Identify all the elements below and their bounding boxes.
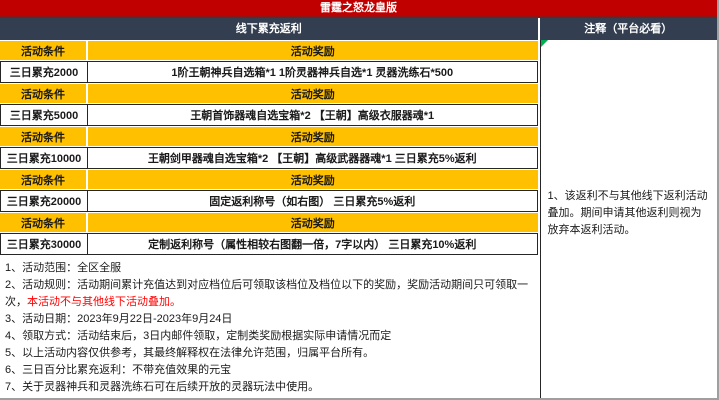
note-item-7: 7、关于灵器神兵和灵器洗练石可在后续开放的灵器玩法中使用。 [5, 381, 320, 393]
note-item-4: 4、领取方式：活动结束后，3日内邮件领取，定制类奖励根据实际申请情况而定 [5, 330, 392, 342]
condition-cell: 三日累充2000 [0, 61, 88, 83]
note-item-5: 5、以上活动内容仅供参考，其最终解释权在法律允许范围，归属平台所有。 [5, 347, 375, 359]
table-row: 三日累充30000 定制返利称号（属性相较右图翻一倍，7字以内） 三日累充10%… [0, 233, 538, 255]
annotation-panel-body: 1、该返利不与其他线下返利活动叠加。期间申请其他返利则视为放弃本返利活动。 [539, 40, 717, 398]
recharge-rebate-table: 线下累充返利 活动条件 活动奖励 三日累充2000 1阶王朝神兵自选箱*1 1阶… [0, 18, 538, 398]
column-header-condition: 活动条件 [0, 213, 88, 232]
note-item-2: 2、活动规则：活动期间累计充值达到对应档位后可领取该档位及档位以下的奖励，奖励活… [5, 277, 530, 311]
page-title: 雷霆之怒龙皇版 [0, 0, 717, 18]
reward-cell: 定制返利称号（属性相较右图翻一倍，7字以内） 三日累充10%返利 [88, 233, 538, 255]
column-header-row: 活动条件 活动奖励 [0, 126, 538, 147]
column-header-row: 活动条件 活动奖励 [0, 212, 538, 233]
condition-cell: 三日累充10000 [0, 147, 88, 169]
note-item-6: 6、三日百分比累充返利：不带充值效果的元宝 [5, 364, 232, 376]
note-item-1: 1、活动范围：全区全服 [5, 262, 122, 274]
left-table-header: 线下累充返利 [0, 18, 538, 40]
column-header-condition: 活动条件 [0, 84, 88, 103]
annotation-panel: 注释（平台必看） 1、该返利不与其他线下返利活动叠加。期间申请其他返利则视为放弃… [537, 18, 717, 398]
reward-cell: 固定返利称号（如右图） 三日累充5%返利 [88, 190, 538, 212]
notes-section: 1、活动范围：全区全服 2、活动规则：活动期间累计充值达到对应档位后可领取该档位… [0, 255, 538, 398]
column-header-condition: 活动条件 [0, 170, 88, 189]
annotation-note: 1、该返利不与其他线下返利活动叠加。期间申请其他返利则视为放弃本返利活动。 [547, 190, 708, 236]
reward-cell: 王朝首饰器魂自选宝箱*2 【王朝】高级衣服器魂*1 [88, 104, 538, 126]
table-row: 三日累充20000 固定返利称号（如右图） 三日累充5%返利 [0, 190, 538, 212]
sheet-content: 线下累充返利 活动条件 活动奖励 三日累充2000 1阶王朝神兵自选箱*1 1阶… [0, 18, 717, 398]
cell-comment-marker-icon [540, 40, 548, 47]
annotation-panel-header: 注释（平台必看） [539, 18, 717, 40]
table-row: 三日累充5000 王朝首饰器魂自选宝箱*2 【王朝】高级衣服器魂*1 [0, 104, 538, 126]
column-header-row: 活动条件 活动奖励 [0, 40, 538, 61]
reward-cell: 王朝剑甲器魂自选宝箱*2 【王朝】高级武器器魂*1 三日累充5%返利 [88, 147, 538, 169]
column-header-reward: 活动奖励 [88, 170, 538, 189]
column-header-reward: 活动奖励 [88, 84, 538, 103]
column-header-reward: 活动奖励 [88, 213, 538, 232]
column-header-row: 活动条件 活动奖励 [0, 83, 538, 104]
column-header-condition: 活动条件 [0, 127, 88, 146]
note-item-2-highlight: 本活动不与其他线下活动叠加。 [27, 296, 181, 308]
condition-cell: 三日累充20000 [0, 190, 88, 212]
reward-cell: 1阶王朝神兵自选箱*1 1阶灵器神兵自选*1 灵器洗练石*500 [88, 61, 538, 83]
column-header-reward: 活动奖励 [88, 127, 538, 146]
spreadsheet-sheet: 雷霆之怒龙皇版 线下累充返利 活动条件 活动奖励 三日累充2000 1阶王朝神兵… [0, 0, 719, 400]
tier-rows: 活动条件 活动奖励 三日累充2000 1阶王朝神兵自选箱*1 1阶灵器神兵自选*… [0, 40, 538, 255]
column-header-row: 活动条件 活动奖励 [0, 169, 538, 190]
condition-cell: 三日累充30000 [0, 233, 88, 255]
note-item-3: 3、活动日期：2023年9月22日-2023年9月24日 [5, 313, 233, 325]
table-row: 三日累充2000 1阶王朝神兵自选箱*1 1阶灵器神兵自选*1 灵器洗练石*50… [0, 61, 538, 83]
table-row: 三日累充10000 王朝剑甲器魂自选宝箱*2 【王朝】高级武器器魂*1 三日累充… [0, 147, 538, 169]
column-header-reward: 活动奖励 [88, 41, 538, 60]
column-header-condition: 活动条件 [0, 41, 88, 60]
condition-cell: 三日累充5000 [0, 104, 88, 126]
